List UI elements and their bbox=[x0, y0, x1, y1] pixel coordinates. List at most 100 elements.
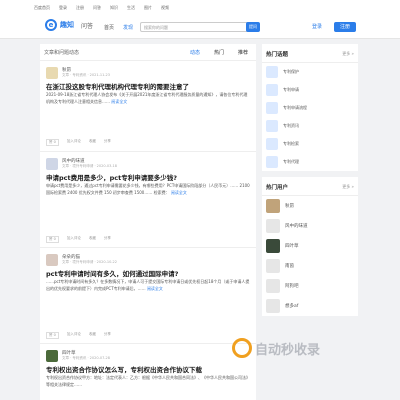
main-nav: 首页 发现 bbox=[104, 24, 133, 31]
feed-header: 文章和问题动态 动态 热门 推荐 bbox=[40, 44, 256, 61]
top-link[interactable]: 图片 bbox=[144, 5, 152, 11]
hot-topic-item[interactable]: 专利申请流程 bbox=[262, 99, 358, 117]
like-button[interactable]: 赞 0 bbox=[46, 139, 59, 146]
top-link[interactable]: 注册 bbox=[76, 5, 84, 11]
top-link[interactable]: 生活 bbox=[127, 5, 135, 11]
hot-users-title: 热门用户 更多 » bbox=[262, 177, 358, 196]
hot-topics-title: 热门话题 更多 » bbox=[262, 44, 358, 63]
top-link[interactable]: 问答 bbox=[93, 5, 101, 11]
hot-user-item[interactable]: 风中的味道 bbox=[262, 216, 358, 236]
watermark: 自动秒收录 bbox=[232, 338, 320, 358]
hot-user-item[interactable]: 四叶草 bbox=[262, 236, 358, 256]
post-excerpt: ……pct专利申请时间有多久？在多数情况下，申请人可于提交国际专利申请日或优先权… bbox=[46, 278, 251, 292]
hot-user-item[interactable]: 南茵 bbox=[262, 256, 358, 276]
post-title[interactable]: 在浙江投这股专利代理机构代理专利的需要注意了 bbox=[46, 81, 251, 91]
top-link[interactable]: 知识 bbox=[110, 5, 118, 11]
comment-button[interactable]: 加入评论 bbox=[67, 236, 81, 243]
topic-icon bbox=[266, 120, 278, 132]
nav-discover[interactable]: 发现 bbox=[123, 24, 133, 31]
search-input[interactable]: 搜索你的问题 bbox=[140, 22, 255, 32]
avatar[interactable] bbox=[46, 158, 58, 170]
comment-button[interactable]: 加入评论 bbox=[67, 332, 81, 339]
favorite-button[interactable]: 收藏 bbox=[89, 139, 96, 146]
share-button[interactable]: 分享 bbox=[104, 236, 111, 243]
topic-name: 专利代理 bbox=[283, 159, 299, 164]
hot-topics-more-link[interactable]: 更多 » bbox=[342, 51, 354, 57]
avatar[interactable] bbox=[46, 67, 58, 79]
hot-topic-item[interactable]: 专利代理 bbox=[262, 153, 358, 171]
logo-text: 趣知 bbox=[60, 21, 74, 29]
feed-post: 秋昂 文章 · 专利资讯 · 2021-11-23 在浙江投这股专利代理机构代理… bbox=[40, 61, 256, 152]
hot-topic-item[interactable]: 专利保护 bbox=[262, 63, 358, 81]
post-actions: 赞 0 加入评论 收藏 分享 bbox=[46, 236, 111, 243]
ask-button[interactable]: 提问 bbox=[246, 22, 260, 32]
read-more-link[interactable]: 阅读全文 bbox=[111, 99, 127, 104]
register-button[interactable]: 注册 bbox=[334, 22, 356, 32]
feed-title: 文章和问题动态 bbox=[44, 50, 80, 56]
nav-home[interactable]: 首页 bbox=[104, 24, 114, 31]
post-excerpt: 申请pct费用是多少，通过pct专利申请需要花多少钱，有哪些费用？PCT申请国际… bbox=[46, 182, 251, 196]
avatar bbox=[266, 219, 280, 233]
post-meta: 文章 · 境外专利申请 · 2020-03-18 bbox=[62, 164, 118, 168]
favorite-button[interactable]: 收藏 bbox=[89, 236, 96, 243]
hot-user-item[interactable]: 想多af bbox=[262, 296, 358, 316]
avatar bbox=[266, 279, 280, 293]
top-link[interactable]: 视频 bbox=[161, 5, 169, 11]
tab-hot[interactable]: 热门 bbox=[214, 49, 224, 56]
user-name: 想多af bbox=[285, 304, 299, 309]
post-title[interactable]: pct专利申请时间有多久，如何通过国际申请? bbox=[46, 268, 251, 278]
avatar[interactable] bbox=[46, 350, 58, 362]
hot-topic-item[interactable]: 专利申请 bbox=[262, 81, 358, 99]
top-link-bar: 百度首页 登录 注册 问答 知识 生活 图片 视频 bbox=[0, 0, 400, 17]
topic-icon bbox=[266, 156, 278, 168]
watermark-icon bbox=[232, 338, 252, 358]
site-logo[interactable]: e 趣知 问答 bbox=[45, 19, 93, 31]
login-link[interactable]: 登录 bbox=[312, 22, 322, 32]
topic-icon bbox=[266, 66, 278, 78]
hot-users-heading: 热门用户 bbox=[266, 185, 289, 191]
post-excerpt: 专利权出资合作协议甲方：地址：法定代表人：乙方：根据《中华人民共和国合同法》、《… bbox=[46, 374, 251, 388]
post-excerpt-text: 专利权出资合作协议甲方：地址：法定代表人：乙方：根据《中华人民共和国合同法》、《… bbox=[46, 375, 250, 387]
post-actions: 赞 0 加入评论 收藏 分享 bbox=[46, 332, 111, 339]
favorite-button[interactable]: 收藏 bbox=[89, 332, 96, 339]
read-more-link[interactable]: 阅读全文 bbox=[147, 286, 163, 291]
top-link[interactable]: 登录 bbox=[59, 5, 67, 11]
user-name: 阿狗吧 bbox=[285, 284, 299, 289]
comment-button[interactable]: 加入评论 bbox=[67, 139, 81, 146]
tab-dynamic[interactable]: 动态 bbox=[190, 49, 200, 56]
post-meta: 文章 · 专利资讯 · 2021-11-23 bbox=[62, 73, 111, 77]
hot-topic-item[interactable]: 专利检索 bbox=[262, 135, 358, 153]
top-link[interactable]: 百度首页 bbox=[34, 5, 50, 11]
share-button[interactable]: 分享 bbox=[104, 139, 111, 146]
user-name: 秋昂 bbox=[285, 204, 294, 209]
like-button[interactable]: 赞 0 bbox=[46, 332, 59, 339]
site-header: e 趣知 问答 首页 发现 搜索你的问题 提问 登录 注册 bbox=[0, 16, 400, 39]
topic-name: 专利申请流程 bbox=[283, 105, 307, 110]
watermark-text: 自动秒收录 bbox=[255, 342, 321, 358]
avatar[interactable] bbox=[46, 254, 58, 266]
hot-topic-item[interactable]: 专利资讯 bbox=[262, 117, 358, 135]
feed-post: 朵朵的猫 文章 · 境外专利申请 · 2020-10-22 pct专利申请时间有… bbox=[40, 248, 256, 344]
hot-user-item[interactable]: 秋昂 bbox=[262, 196, 358, 216]
hot-topics-heading: 热门话题 bbox=[266, 52, 289, 58]
post-excerpt-text: 申请pct费用是多少，通过pct专利申请需要花多少钱，有哪些费用？PCT申请国际… bbox=[46, 183, 250, 195]
logo-subtitle: 问答 bbox=[81, 22, 94, 30]
topic-name: 专利申请 bbox=[283, 87, 299, 92]
share-button[interactable]: 分享 bbox=[104, 332, 111, 339]
hot-user-item[interactable]: 阿狗吧 bbox=[262, 276, 358, 296]
post-excerpt: 2021-09-18浙江省专利代理人协会发布《关于开展2021年度浙江省专利代理… bbox=[46, 91, 251, 105]
post-meta: 文章 · 境外专利申请 · 2020-10-22 bbox=[62, 260, 118, 264]
user-name: 风中的味道 bbox=[285, 224, 308, 229]
hot-users-more-link[interactable]: 更多 » bbox=[342, 184, 354, 190]
tab-recommend[interactable]: 推荐 bbox=[238, 49, 248, 56]
topic-name: 专利保护 bbox=[283, 69, 299, 74]
user-name: 四叶草 bbox=[285, 244, 299, 249]
avatar bbox=[266, 239, 280, 253]
top-links: 百度首页 登录 注册 问答 知识 生活 图片 视频 bbox=[34, 5, 169, 11]
topic-name: 专利检索 bbox=[283, 141, 299, 146]
post-title[interactable]: 申请pct费用是多少，pct专利申请要多少钱? bbox=[46, 172, 251, 182]
read-more-link[interactable]: 阅读全文 bbox=[171, 190, 187, 195]
like-button[interactable]: 赞 0 bbox=[46, 236, 59, 243]
hot-topics-card: 热门话题 更多 » 专利保护 专利申请 专利申请流程 专利资讯 专利检索 专利代… bbox=[262, 44, 358, 171]
post-title[interactable]: 专利权出资合作协议怎么写，专利权出资合作协议下载 bbox=[46, 364, 251, 374]
